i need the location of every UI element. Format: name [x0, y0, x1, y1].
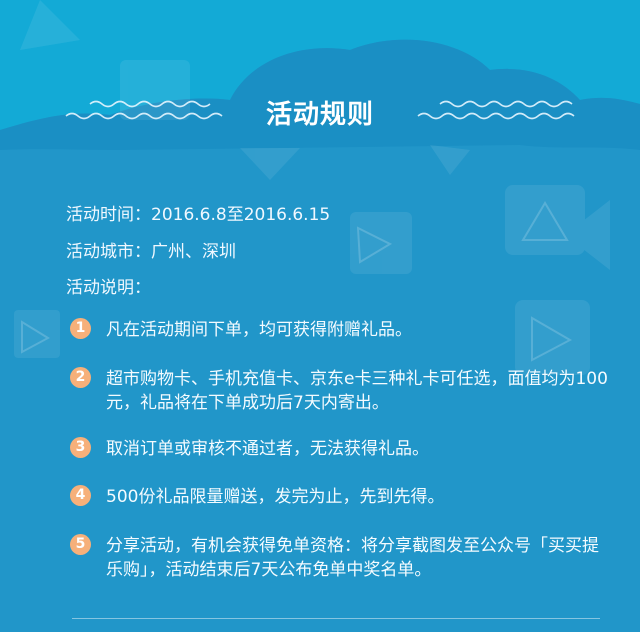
activity-city: 活动城市：广州、深圳 — [66, 242, 236, 262]
rule-text: 分享活动，有机会获得免单资格：将分享截图发至公众号「买买提乐购」，活动结束后7天… — [106, 536, 599, 580]
rule-number-badge: 3 — [70, 437, 91, 458]
rule-number-badge: 1 — [70, 318, 91, 339]
rule-text: 超市购物卡、手机充值卡、京东e卡三种礼卡可任选，面值均为100元，礼品将在下单成… — [106, 369, 608, 413]
activity-desc-label: 活动说明： — [66, 278, 151, 298]
rule-text: 500份礼品限量赠送，发完为止，先到先得。 — [106, 487, 445, 507]
activity-time: 活动时间：2016.6.8至2016.6.15 — [66, 205, 331, 225]
rule-number-badge: 2 — [70, 367, 91, 388]
rule-number-badge: 5 — [70, 534, 91, 555]
rule-text: 取消订单或审核不通过者，无法获得礼品。 — [106, 439, 429, 459]
rule-text: 凡在活动期间下单，均可获得附赠礼品。 — [106, 320, 412, 340]
page-title: 活动规则 — [265, 100, 374, 130]
rule-number-badge: 4 — [70, 485, 91, 506]
divider — [72, 618, 600, 619]
